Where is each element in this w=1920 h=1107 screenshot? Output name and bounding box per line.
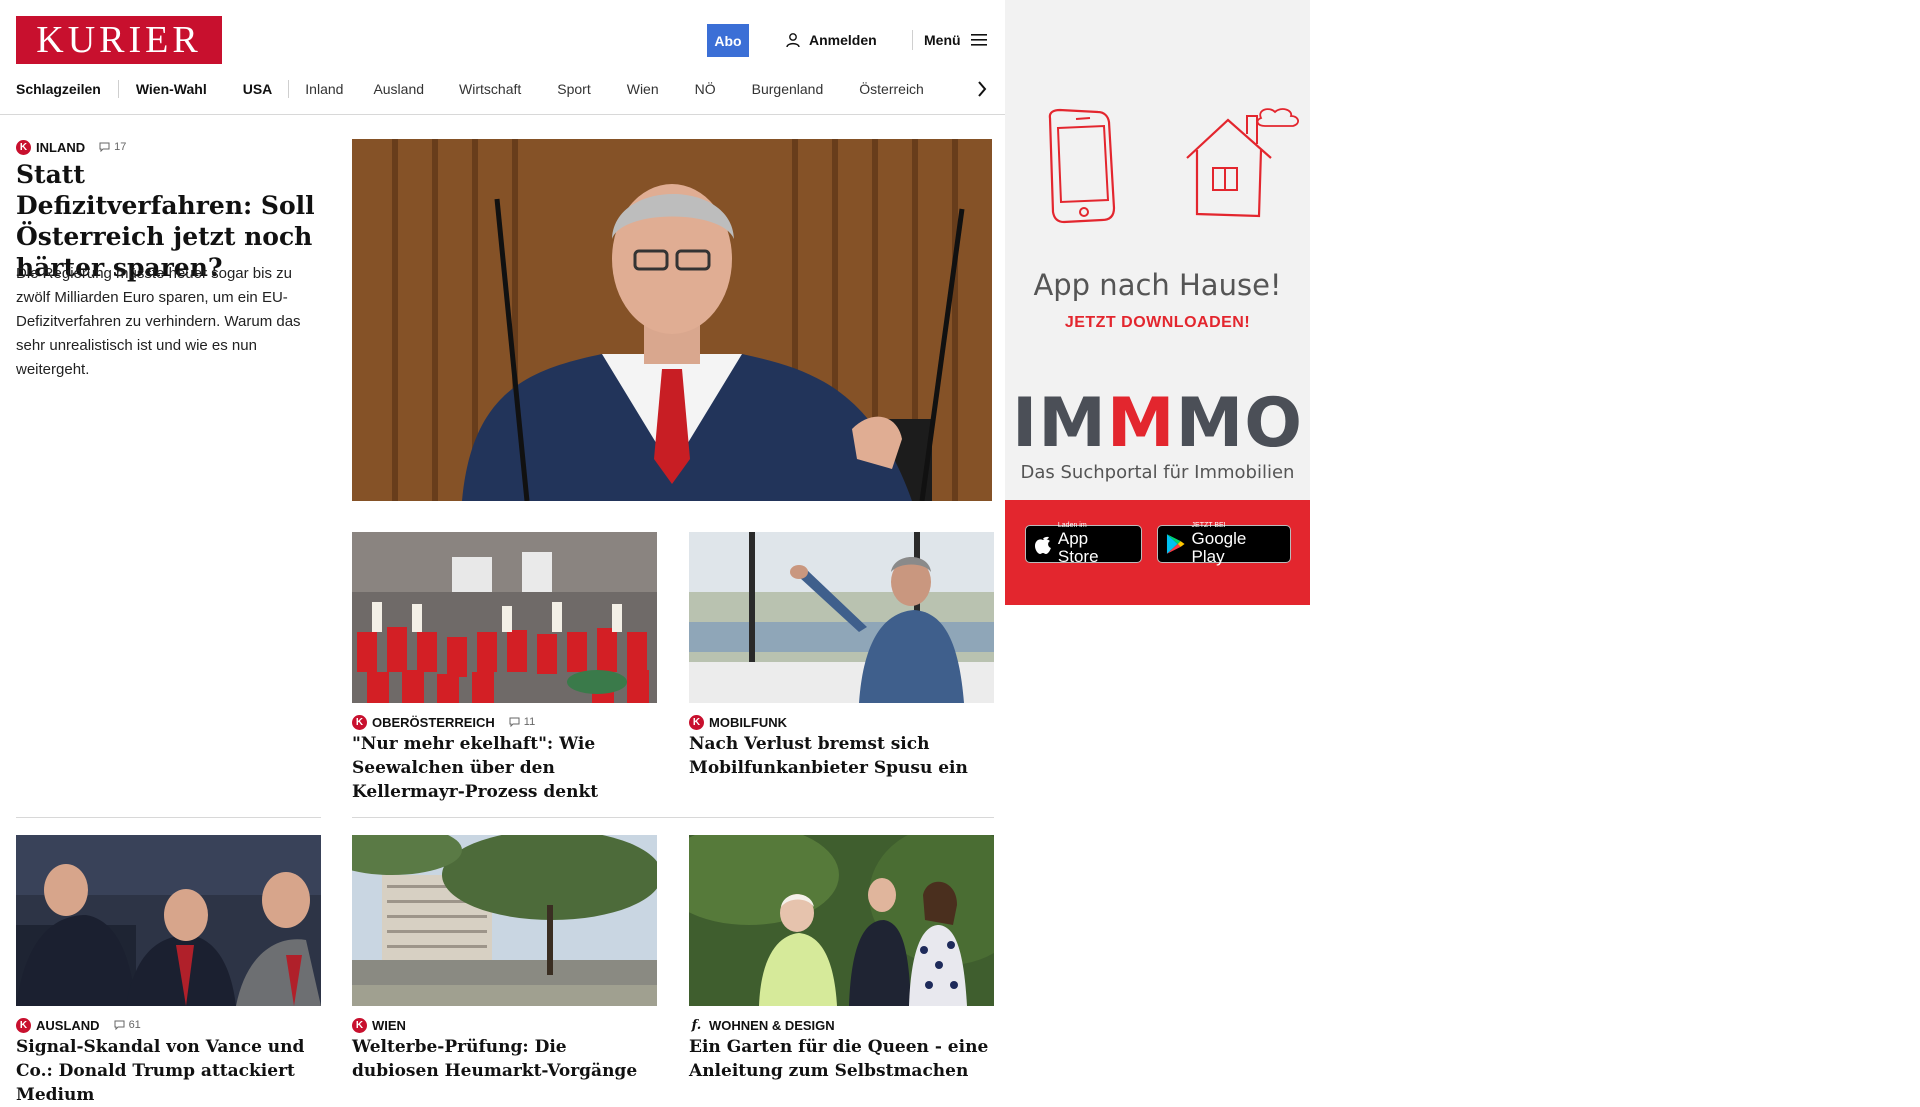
article-category[interactable]: WOHNEN & DESIGN [709,1018,835,1033]
house-icon [1186,108,1299,218]
app-store-label: App Store [1057,529,1099,566]
comment-count[interactable]: 17 [99,141,126,153]
article-kicker: K MOBILFUNK [689,714,787,730]
kurier-k-icon: K [16,1017,31,1033]
abo-button[interactable]: Abo [707,24,749,57]
comment-icon [114,1020,125,1030]
app-store-button[interactable]: Laden im App Store [1025,522,1142,566]
article-category[interactable]: MOBILFUNK [709,715,787,730]
menu-label: Menü [924,32,961,48]
kurier-k-icon: K [352,1017,367,1033]
article-image[interactable] [352,532,657,703]
article-category[interactable]: OBERÖSTERREICH [372,715,495,730]
ad-subline: JETZT DOWNLOADEN! [1064,314,1251,331]
row-divider [16,817,321,818]
nav-item-usa[interactable]: USA [243,81,273,97]
article-image[interactable] [689,532,994,703]
article-category[interactable]: INLAND [36,140,85,155]
nav-item-ausland[interactable]: Ausland [373,81,424,97]
row-divider [352,817,994,818]
comment-count[interactable]: 11 [509,716,535,728]
menu-button[interactable]: Menü [924,28,987,52]
article-kicker: f. WOHNEN & DESIGN [689,1017,835,1033]
login-label: Anmelden [809,32,877,48]
nav-item-wirtschaft[interactable]: Wirtschaft [459,81,521,97]
comment-icon [509,717,520,727]
nav-item-burgenland[interactable]: Burgenland [752,81,824,97]
google-play-label: Google Play [1191,529,1247,566]
kurier-k-icon: K [16,139,31,155]
kurier-logo[interactable]: KURIER [16,16,222,64]
main-navigation: Schlagzeilen Wien-Wahl USA Inland Auslan… [16,78,924,100]
article-title[interactable]: Ein Garten für die Queen - eine Anleitun… [689,1035,994,1083]
nav-item-schlagzeilen[interactable]: Schlagzeilen [16,81,101,97]
nav-item-sport[interactable]: Sport [557,81,590,97]
nav-item-wien[interactable]: Wien [627,81,659,97]
header-divider [912,30,913,50]
article-title[interactable]: Signal-Skandal von Vance und Co.: Donald… [16,1035,326,1107]
lead-article-image[interactable] [352,139,992,501]
article-image[interactable] [689,835,994,1006]
comment-icon [99,142,110,152]
comment-count-value: 11 [523,716,536,728]
immmo-tagline: Das Suchportal für Immobilien [1020,462,1295,483]
article-kicker: K OBERÖSTERREICH 11 [352,714,535,730]
apple-icon [1034,536,1051,554]
article-kicker: K INLAND 17 [16,139,126,155]
google-play-button[interactable]: JETZT BEI Google Play [1157,522,1291,566]
comment-count[interactable]: 61 [114,1019,141,1031]
nav-item-inland[interactable]: Inland [305,81,343,97]
nav-scroll-right-button[interactable] [974,78,990,100]
article-title[interactable]: "Nur mehr ekelhaft": Wie Seewalchen über… [352,732,657,804]
article-title[interactable]: Welterbe-Prüfung: Die dubiosen Heumarkt-… [352,1035,657,1083]
article-image[interactable] [16,835,321,1006]
freizeit-f-icon: f. [691,1017,702,1033]
article-title[interactable]: Nach Verlust bremst sich Mobilfunkanbiet… [689,732,994,780]
article-image[interactable] [352,835,657,1006]
nav-item-oesterreich[interactable]: Österreich [859,81,924,97]
comment-count-value: 61 [128,1019,141,1031]
site-header: KURIER Abo Anmelden Menü Schlagzeilen Wi… [0,0,1005,115]
login-button[interactable]: Anmelden [785,28,877,52]
google-play-icon [1166,534,1185,554]
nav-separator [288,80,290,98]
nav-item-noe[interactable]: NÖ [695,81,716,97]
nav-item-wien-wahl[interactable]: Wien-Wahl [136,81,207,97]
article-kicker: K AUSLAND 61 [16,1017,141,1033]
phone-icon [1048,108,1116,224]
hamburger-icon [970,34,987,46]
ad-headline: App nach Hause! [1033,268,1282,302]
user-icon [786,33,800,48]
immmo-logo: IMMMO [1011,384,1304,463]
article-kicker: K WIEN [352,1017,406,1033]
article-category[interactable]: AUSLAND [36,1018,100,1033]
kurier-k-icon: K [352,714,367,730]
comment-count-value: 17 [114,141,127,153]
kurier-k-icon: K [689,714,704,730]
chevron-right-icon [978,81,987,97]
article-category[interactable]: WIEN [372,1018,406,1033]
lead-teaser: Die Regierung müsste heuer sogar bis zu … [16,265,301,378]
immmo-advertisement[interactable]: App nach Hause! JETZT DOWNLOADEN! IMMMO … [1005,0,1310,605]
nav-separator [117,80,119,98]
